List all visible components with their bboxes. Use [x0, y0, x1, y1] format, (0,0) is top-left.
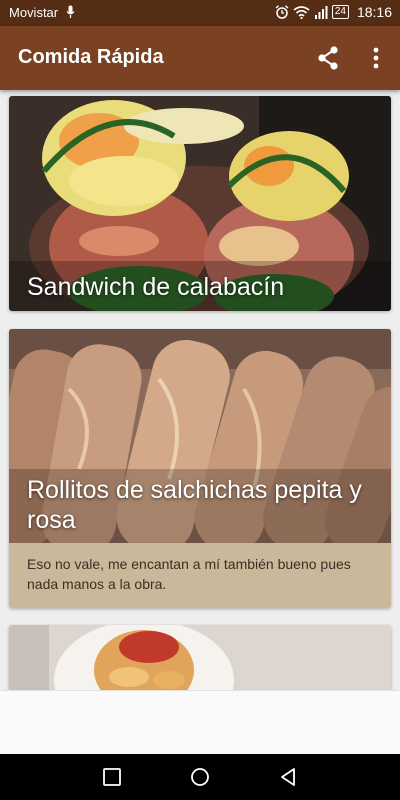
battery-icon: 24	[331, 5, 349, 19]
recipe-list[interactable]: Sandwich de calabacín Rollitos de salchi…	[0, 90, 400, 690]
recipe-card[interactable]: Sandwich de calabacín	[9, 96, 391, 311]
home-icon[interactable]	[189, 766, 211, 788]
recents-icon[interactable]	[101, 766, 123, 788]
back-icon[interactable]	[277, 766, 299, 788]
app-title: Comida Rápida	[18, 46, 164, 68]
recipe-title: Sandwich de calabacín	[27, 273, 285, 301]
clock: 18:16	[356, 4, 392, 20]
wifi-icon	[293, 5, 310, 19]
share-icon[interactable]	[314, 44, 342, 72]
recipe-photo	[9, 625, 391, 690]
mic-icon	[66, 5, 75, 18]
app-bar: Comida Rápida	[0, 26, 400, 90]
navigation-bar	[0, 754, 400, 800]
bottom-area	[0, 690, 400, 754]
alarm-icon	[275, 5, 289, 19]
recipe-card[interactable]: Rollitos de salchichas pepita y rosa Eso…	[9, 329, 391, 608]
more-vert-icon[interactable]	[364, 44, 388, 72]
recipe-description: Eso no vale, me encantan a mí también bu…	[9, 543, 391, 608]
recipe-title: Rollitos de salchichas pepita y rosa	[27, 476, 362, 534]
signal-icon	[314, 5, 328, 19]
recipe-card[interactable]	[9, 625, 391, 690]
status-bar: Movistar 24 18:16	[0, 0, 400, 26]
carrier-name: Movistar	[9, 5, 59, 20]
